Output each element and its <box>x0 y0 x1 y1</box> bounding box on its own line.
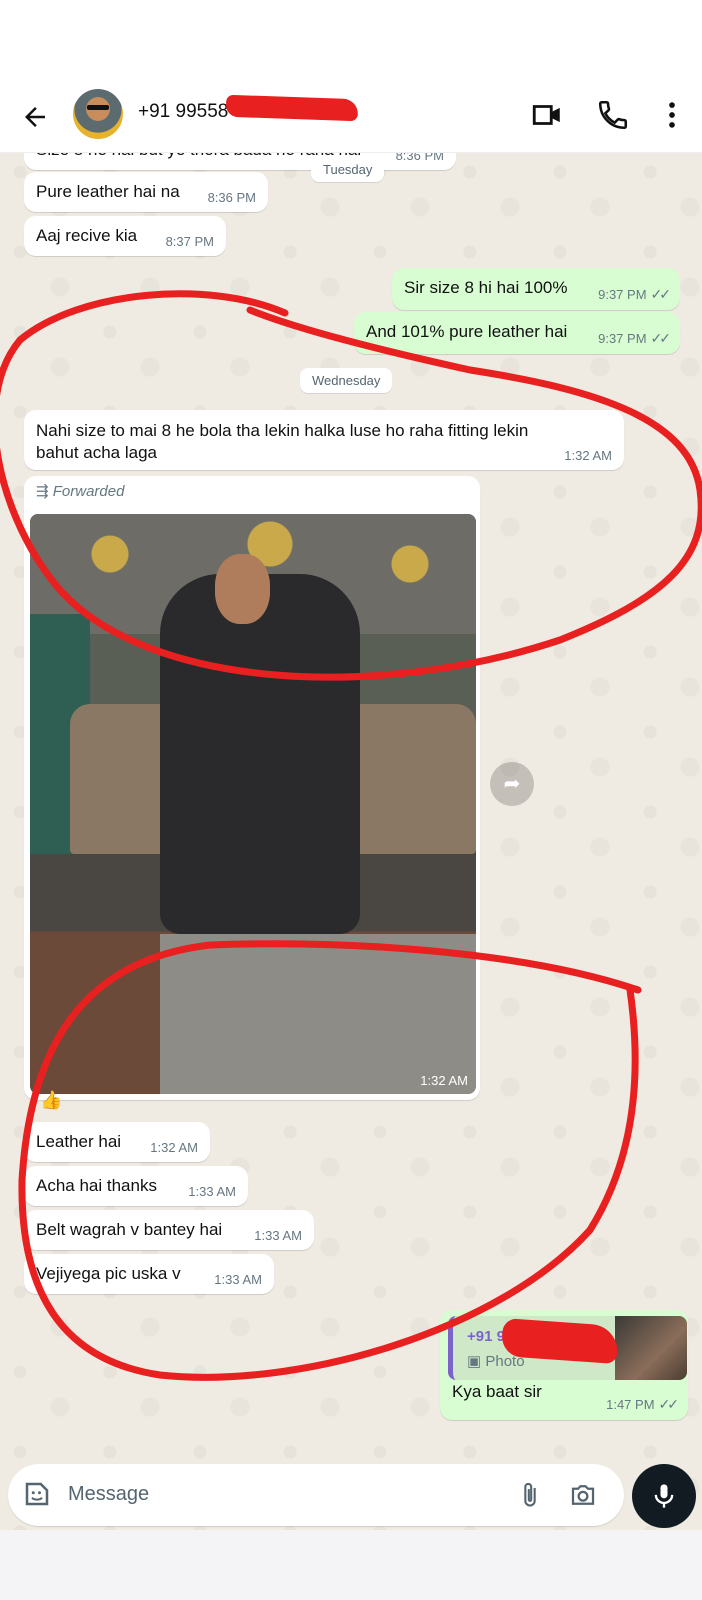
message-bubble[interactable]: Vejiyega pic uska v 1:33 AM <box>24 1254 274 1294</box>
message-bubble[interactable]: Aaj recive kia 8:37 PM <box>24 216 226 256</box>
camera-icon[interactable] <box>568 1480 598 1510</box>
read-ticks-icon: ✓✓ <box>658 1396 680 1412</box>
message-time: 1:32 AM <box>564 448 612 463</box>
message-time: 1:33 AM <box>214 1272 262 1287</box>
message-text: Acha hai thanks <box>36 1176 157 1195</box>
message-bubble[interactable]: Belt wagrah v bantey hai 1:33 AM <box>24 1210 314 1250</box>
message-input[interactable]: Message <box>68 1483 149 1506</box>
photo-image[interactable]: 1:32 AM <box>30 514 476 1094</box>
message-text: Kya baat sir <box>452 1382 542 1401</box>
forward-share-icon[interactable]: ➦ <box>490 762 534 806</box>
message-time: 1:47 PM ✓✓ <box>606 1396 680 1412</box>
day-separator: Tuesday <box>311 157 385 182</box>
voice-call-icon[interactable] <box>596 98 630 132</box>
more-options-icon[interactable] <box>655 98 689 132</box>
chat-area[interactable]: Size 8 he hai but ye thora bada ho raha … <box>0 152 702 1530</box>
redaction-mark <box>225 94 359 122</box>
message-bubble[interactable]: Pure leather hai na 8:36 PM <box>24 172 268 212</box>
voice-record-button[interactable] <box>632 1464 696 1528</box>
message-text: And 101% pure leather hai <box>366 322 568 341</box>
photo-icon: ▣ <box>467 1353 482 1370</box>
message-time: 1:32 AM <box>420 1073 468 1088</box>
message-time: 8:37 PM <box>165 234 214 249</box>
message-bubble[interactable]: Acha hai thanks 1:33 AM <box>24 1166 248 1206</box>
message-time: 1:32 AM <box>150 1140 198 1155</box>
message-time: 8:36 PM <box>207 190 256 205</box>
message-bubble[interactable]: Nahi size to mai 8 he bola tha lekin hal… <box>24 410 624 470</box>
message-text: Sir size 8 hi hai 100% <box>404 278 568 297</box>
status-bar <box>0 0 702 80</box>
mic-icon <box>654 1484 674 1508</box>
message-time: 8:36 PM <box>395 152 444 163</box>
back-arrow-icon[interactable] <box>20 102 50 132</box>
forwarded-label: ⇶ Forwarded <box>36 483 125 500</box>
quoted-photo-thumbnail <box>615 1316 687 1380</box>
day-separator: Wednesday <box>300 368 393 393</box>
message-composer[interactable]: Message <box>8 1464 624 1526</box>
sticker-icon[interactable] <box>22 1479 52 1509</box>
contact-title[interactable]: +91 99558 <box>138 101 228 123</box>
forward-arrow-icon: ⇶ <box>36 483 49 500</box>
message-bubble[interactable]: Sir size 8 hi hai 100% 9:37 PM ✓✓ <box>392 268 680 310</box>
message-time: 1:33 AM <box>254 1228 302 1243</box>
message-bubble[interactable]: Leather hai 1:32 AM <box>24 1122 210 1162</box>
attach-icon[interactable] <box>516 1480 544 1510</box>
read-ticks-icon: ✓✓ <box>650 286 672 302</box>
message-text: Vejiyega pic uska v <box>36 1264 181 1283</box>
avatar[interactable] <box>73 89 123 139</box>
message-bubble[interactable]: And 101% pure leather hai 9:37 PM ✓✓ <box>354 312 680 354</box>
message-text: Belt wagrah v bantey hai <box>36 1220 223 1239</box>
read-ticks-icon: ✓✓ <box>650 330 672 346</box>
message-time: 9:37 PM ✓✓ <box>598 330 672 346</box>
bottom-nav-area <box>0 1530 702 1600</box>
message-text: Aaj recive kia <box>36 226 138 245</box>
message-text: Nahi size to mai 8 he bola tha lekin hal… <box>36 421 529 462</box>
message-time: 9:37 PM ✓✓ <box>598 286 672 302</box>
message-text: Leather hai <box>36 1132 122 1151</box>
message-time: 1:33 AM <box>188 1184 236 1199</box>
reaction-thumbs-up[interactable]: 👍 <box>40 1090 62 1111</box>
video-call-icon[interactable] <box>530 98 564 132</box>
chat-header: +91 99558 <box>0 80 702 153</box>
message-bubble[interactable]: Size 8 he hai but ye thora bada ho raha … <box>24 152 456 170</box>
message-text: Pure leather hai na <box>36 182 180 201</box>
